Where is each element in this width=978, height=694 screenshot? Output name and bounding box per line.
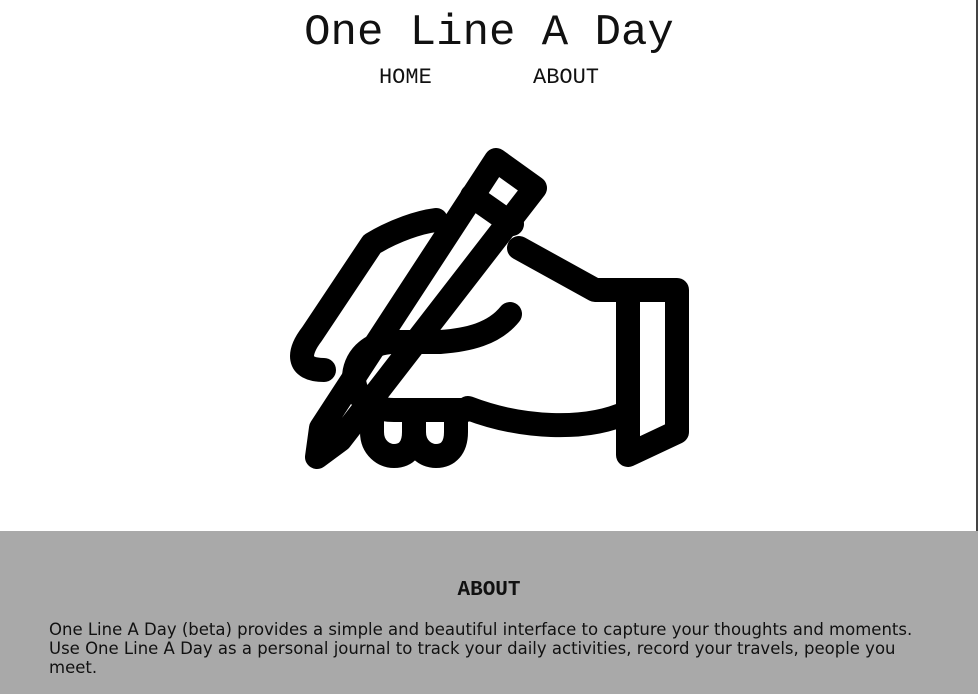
hand-writing-icon: [290, 148, 689, 469]
page: One Line A Day HOME ABOUT ABOUT One Line…: [0, 0, 978, 694]
hero-illustration: [285, 148, 691, 478]
site-title: One Line A Day: [304, 8, 674, 58]
about-heading: ABOUT: [457, 579, 521, 602]
nav-item-home[interactable]: HOME: [379, 64, 432, 92]
main-nav: HOME ABOUT: [0, 64, 978, 92]
nav-item-about[interactable]: ABOUT: [533, 64, 599, 92]
about-section: ABOUT One Line A Day (beta) provides a s…: [0, 531, 978, 694]
about-text: One Line A Day (beta) provides a simple …: [49, 620, 913, 677]
